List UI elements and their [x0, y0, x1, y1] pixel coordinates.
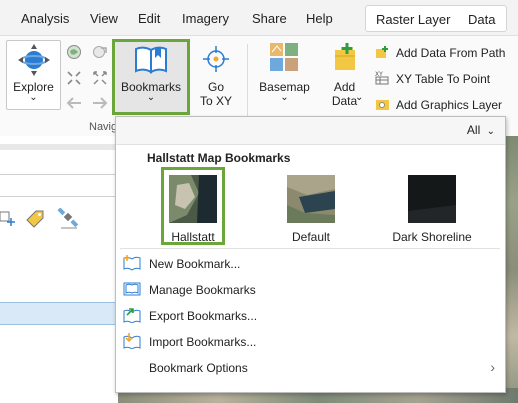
explore-button[interactable]: Explore ⌄: [6, 40, 61, 110]
bookmark-filter-dropdown[interactable]: All ⌄: [467, 123, 495, 137]
bookmark-label-hallstatt: Hallstatt: [171, 230, 215, 244]
bookmarks-dropdown: All ⌄ Hallstatt Map Bookmarks Hallstatt …: [115, 116, 506, 393]
menu-view[interactable]: View: [90, 11, 118, 26]
bookmarks-panel-title: Hallstatt Map Bookmarks: [147, 151, 291, 165]
new-bookmark-menu-item[interactable]: New Bookmark...: [123, 253, 503, 275]
bookmark-options-menu-item[interactable]: Bookmark Options ›: [123, 357, 503, 379]
go-to-label-1: Go: [207, 80, 224, 94]
import-bookmarks-menu-item[interactable]: Import Bookmarks...: [123, 331, 503, 353]
bookmark-item-dark-shoreline[interactable]: Dark Shoreline: [386, 173, 478, 248]
bookmark-thumbnail: [287, 175, 335, 223]
forward-arrow-icon[interactable]: [91, 96, 109, 110]
chevron-down-icon: ⌄: [486, 126, 495, 137]
add-data-icon: [335, 43, 355, 70]
basemap-icon: [270, 43, 298, 71]
export-bookmarks-label: Export Bookmarks...: [149, 309, 258, 323]
go-to-label-2: To XY: [199, 94, 232, 108]
bookmark-thumbnail: [408, 175, 456, 223]
contents-pane: [0, 136, 118, 403]
chevron-down-icon: ⌄: [146, 92, 156, 103]
chevron-down-icon: ⌄: [355, 92, 364, 103]
new-bookmark-label: New Bookmark...: [149, 257, 241, 271]
manage-bookmarks-icon: [123, 282, 141, 296]
crosshair-icon: [203, 46, 229, 72]
add-data-from-path-icon: [376, 46, 388, 58]
pane-header-strip: [0, 144, 118, 150]
bookmark-label-default: Default: [291, 230, 331, 244]
filter-label: All: [466, 123, 481, 137]
selected-layer-row[interactable]: [0, 302, 118, 325]
add-data-from-path-label: Add Data From Path: [396, 46, 506, 60]
satellite-icon[interactable]: [57, 208, 81, 230]
bookmark-options-label: Bookmark Options: [149, 361, 248, 375]
add-layer-icon[interactable]: [0, 210, 16, 228]
menu-edit[interactable]: Edit: [138, 11, 160, 26]
back-arrow-icon[interactable]: [65, 96, 83, 110]
map-view-edge: [505, 136, 518, 403]
xy-table-icon: XY: [375, 71, 389, 85]
xy-table-to-point-label: XY Table To Point: [396, 72, 491, 86]
manage-bookmarks-menu-item[interactable]: Manage Bookmarks: [123, 279, 503, 301]
bookmark-item-default[interactable]: Default: [274, 173, 348, 248]
bookmarks-icon: [135, 46, 167, 74]
divider: [0, 196, 118, 197]
add-data-button[interactable]: Add Data ⌄: [322, 40, 367, 110]
label-tag-icon[interactable]: [24, 208, 46, 228]
zoom-in-fixed-icon[interactable]: [66, 70, 82, 86]
menu-share[interactable]: Share: [252, 11, 287, 26]
import-bookmarks-label: Import Bookmarks...: [149, 335, 257, 349]
navigate-group-label: Navig: [89, 121, 118, 133]
chevron-right-icon: ›: [490, 359, 495, 375]
menu-bar: Analysis View Edit Imagery Share Help Ra…: [0, 0, 518, 36]
tab-raster-layer[interactable]: Raster Layer: [376, 12, 450, 27]
menu-help[interactable]: Help: [306, 11, 333, 26]
bookmark-label-dark-shoreline: Dark Shoreline: [392, 230, 472, 244]
divider: [0, 174, 118, 175]
graphics-layer-icon: [376, 100, 389, 110]
full-extent-icon[interactable]: [66, 44, 82, 60]
export-bookmarks-icon: [123, 308, 141, 323]
previous-extent-icon[interactable]: [92, 44, 108, 60]
basemap-button[interactable]: Basemap ⌄: [257, 40, 312, 110]
go-to-xy-button[interactable]: Go To XY: [196, 40, 236, 110]
bookmarks-filter-bar: All ⌄: [116, 117, 505, 145]
add-graphics-layer-label: Add Graphics Layer: [396, 98, 503, 112]
tab-data[interactable]: Data: [468, 12, 495, 27]
export-bookmarks-menu-item[interactable]: Export Bookmarks...: [123, 305, 503, 327]
import-bookmarks-icon: [123, 333, 141, 349]
svg-text:XY: XY: [375, 71, 383, 78]
divider: [120, 248, 500, 249]
contextual-tab-group: Raster Layer Data: [365, 5, 507, 32]
zoom-out-fixed-icon[interactable]: [92, 70, 108, 86]
bookmark-thumbnail: [169, 175, 217, 223]
menu-imagery[interactable]: Imagery: [182, 11, 229, 26]
chevron-down-icon: ⌄: [280, 92, 289, 103]
chevron-down-icon: ⌄: [29, 92, 38, 103]
new-bookmark-icon: [123, 255, 141, 271]
menu-analysis[interactable]: Analysis: [21, 11, 69, 26]
bookmark-item-hallstatt[interactable]: Hallstatt: [156, 173, 230, 248]
bookmarks-button[interactable]: Bookmarks ⌄: [112, 39, 190, 115]
explore-icon: [18, 44, 50, 76]
manage-bookmarks-label: Manage Bookmarks: [149, 283, 256, 297]
